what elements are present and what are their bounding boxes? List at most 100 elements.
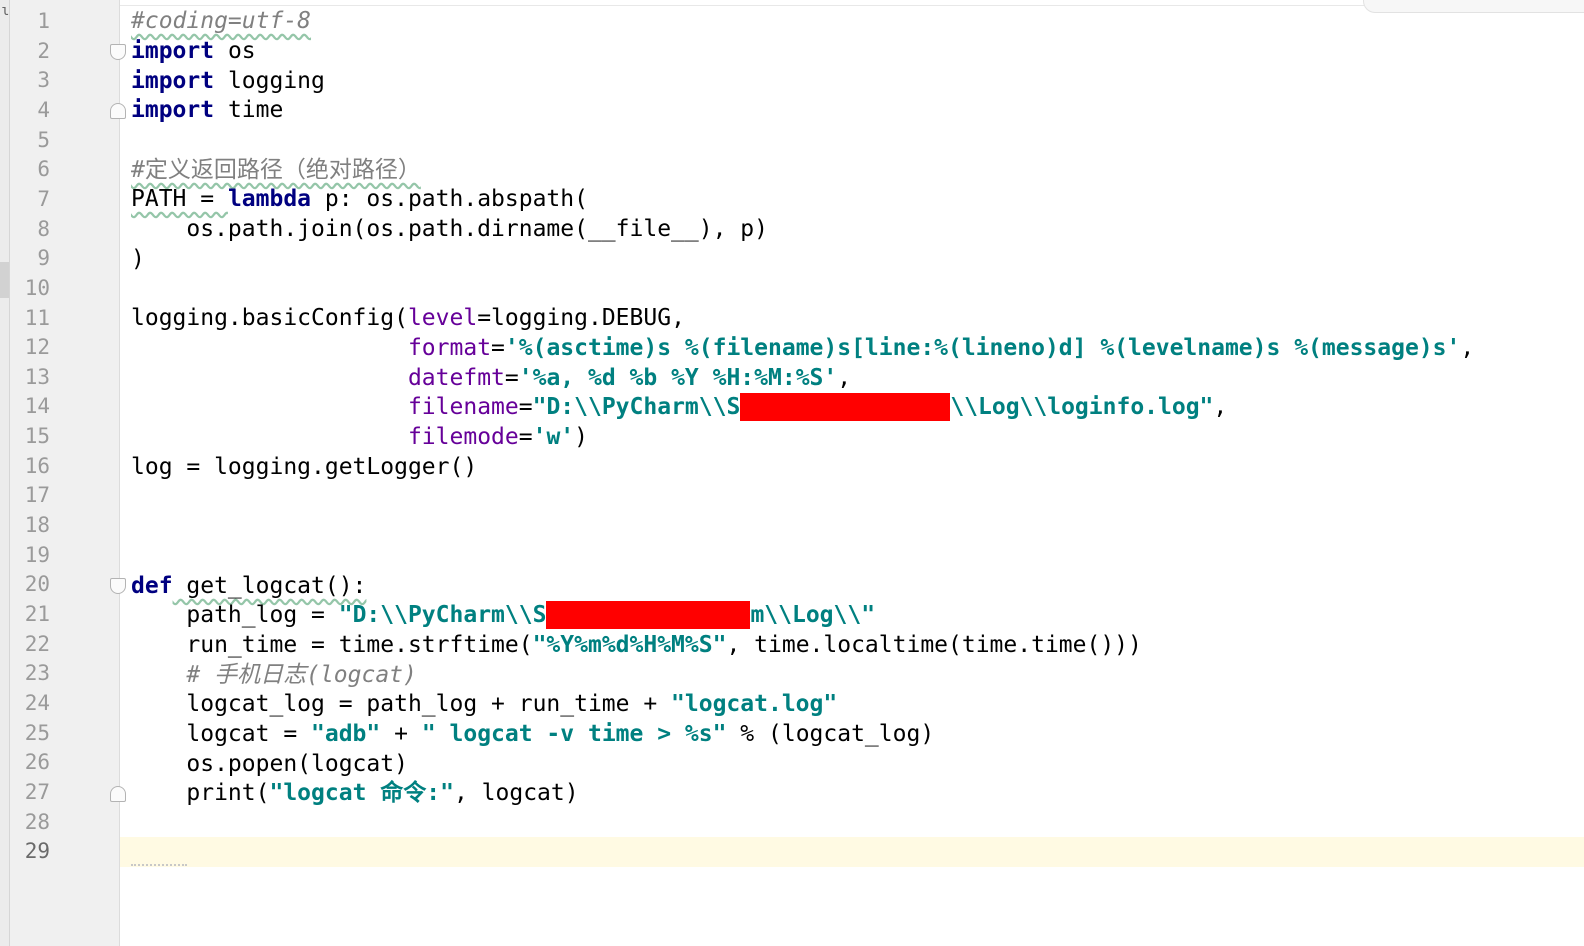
code-text: logcat_log = path_log + run_time + bbox=[131, 691, 672, 717]
param-name: filemode bbox=[407, 424, 519, 450]
line-number: 26 bbox=[24, 750, 50, 775]
param-name: datefmt bbox=[407, 365, 505, 391]
string-literal: "logcat 命令:" bbox=[269, 780, 454, 806]
code-line-16: log = logging.getLogger() bbox=[131, 452, 477, 482]
code-line-8: os.path.join(os.path.dirname(__file__), … bbox=[131, 214, 768, 244]
keyword: import bbox=[131, 97, 215, 123]
line-number: 25 bbox=[24, 720, 50, 745]
code-line-21: path_log = "D:\\PyCharm\\S m\\Log\\" bbox=[131, 600, 875, 630]
line-number: 17 bbox=[24, 483, 50, 508]
line-number: 5 bbox=[37, 127, 50, 152]
line-number: 1 bbox=[37, 9, 50, 33]
code-line-12: format='%(asctime)s %(filename)s[line:%(… bbox=[131, 333, 1474, 363]
code-line-7: PATH = lambda p: os.path.abspath( bbox=[131, 184, 588, 214]
code-text: time bbox=[214, 97, 284, 123]
code-editor[interactable]: #coding=utf-8 import os import logging i… bbox=[131, 6, 1584, 946]
fold-toggle-icon[interactable] bbox=[110, 103, 126, 119]
code-text: % (logcat_log) bbox=[726, 721, 935, 747]
code-line-25: logcat = "adb" + " logcat -v time > %s" … bbox=[131, 719, 934, 749]
code-text: = bbox=[518, 394, 533, 420]
param-name: level bbox=[407, 305, 478, 331]
code-line-2: import os bbox=[131, 36, 256, 66]
code-line-24: logcat_log = path_log + run_time + "logc… bbox=[131, 689, 837, 719]
code-line-9: ) bbox=[131, 244, 145, 274]
code-text: , bbox=[1460, 335, 1475, 361]
line-number: 7 bbox=[37, 186, 50, 211]
code-text: logging.basicConfig( bbox=[131, 305, 408, 331]
keyword: def bbox=[131, 573, 173, 599]
string-literal: "%Y%m%d%H%M%S" bbox=[532, 632, 727, 658]
code-text: = bbox=[504, 365, 519, 391]
line-number: 2 bbox=[37, 38, 50, 63]
code-text: , bbox=[837, 365, 852, 391]
code-text: = bbox=[518, 424, 533, 450]
keyword: import bbox=[131, 68, 215, 94]
code-text: = bbox=[491, 335, 505, 361]
line-number: 13 bbox=[24, 364, 50, 389]
line-number: 10 bbox=[24, 275, 50, 300]
code-text: + bbox=[380, 721, 422, 747]
left-strip-glyph: ɩ bbox=[1, 3, 10, 19]
code-line-20: def get_logcat(): bbox=[131, 571, 366, 601]
string-literal: " logcat -v time > %s" bbox=[421, 721, 727, 747]
code-text: os.path.join(os.path.dirname(__file__), … bbox=[131, 216, 768, 242]
line-number: 11 bbox=[24, 305, 50, 330]
code-line-11: logging.basicConfig(level=logging.DEBUG, bbox=[131, 303, 685, 333]
code-text: log = logging.getLogger() bbox=[131, 454, 478, 480]
string-literal: m\\Log\\" bbox=[750, 602, 876, 628]
code-line-15: filemode='w') bbox=[131, 422, 588, 452]
line-number: 6 bbox=[37, 157, 50, 182]
code-text: run_time = time.strftime( bbox=[131, 632, 533, 658]
line-number: 9 bbox=[37, 246, 50, 271]
keyword: lambda bbox=[227, 186, 312, 212]
line-number: 27 bbox=[24, 779, 50, 804]
line-number: 22 bbox=[24, 631, 50, 656]
code-line-3: import logging bbox=[131, 66, 325, 96]
string-literal: '%a, %d %b %Y %H:%M:%S' bbox=[518, 365, 838, 391]
code-text: , logcat) bbox=[453, 780, 579, 806]
param-name: filename bbox=[407, 394, 519, 420]
code-text: PATH = bbox=[131, 186, 228, 212]
line-number: 14 bbox=[24, 394, 50, 419]
param-name: format bbox=[407, 335, 492, 361]
line-number: 12 bbox=[24, 335, 50, 360]
string-literal: 'w' bbox=[532, 424, 575, 450]
line-number: 16 bbox=[24, 453, 50, 478]
comment: #定义返回路径（绝对路径） bbox=[131, 157, 421, 183]
line-number: 20 bbox=[24, 572, 50, 597]
line-number: 29 bbox=[24, 839, 50, 864]
line-number: 3 bbox=[37, 68, 50, 93]
code-text: os.popen(logcat) bbox=[131, 751, 408, 777]
code-text: ) bbox=[131, 246, 145, 272]
line-number: 24 bbox=[24, 690, 50, 715]
code-text: ) bbox=[574, 424, 588, 450]
code-text: , bbox=[1213, 394, 1228, 420]
fold-toggle-icon[interactable] bbox=[110, 786, 126, 802]
string-literal: '%(asctime)s %(filename)s[line:%(lineno)… bbox=[504, 335, 1461, 361]
redaction-box bbox=[740, 393, 951, 421]
code-text: get_logcat(): bbox=[172, 573, 367, 599]
comment: #coding=utf-8 bbox=[131, 8, 312, 34]
string-literal: "D:\\PyCharm\\S bbox=[338, 602, 547, 628]
inspection-marker bbox=[131, 860, 187, 866]
string-literal: "logcat.log" bbox=[671, 691, 838, 717]
string-literal: \\Log\\loginfo.log" bbox=[950, 394, 1214, 420]
line-number: 18 bbox=[24, 513, 50, 538]
code-text: =logging.DEBUG, bbox=[477, 305, 685, 331]
fold-toggle-icon[interactable] bbox=[110, 44, 126, 60]
string-literal: "adb" bbox=[311, 721, 381, 747]
code-text: os bbox=[214, 38, 256, 64]
code-text: , time.localtime(time.time())) bbox=[726, 632, 1142, 658]
code-text: logging bbox=[214, 68, 325, 94]
scroll-marker[interactable] bbox=[0, 262, 9, 298]
code-text: logcat = bbox=[131, 721, 312, 747]
fold-toggle-icon[interactable] bbox=[110, 578, 126, 594]
string-literal: "D:\\PyCharm\\S bbox=[532, 394, 741, 420]
code-line-4: import time bbox=[131, 95, 283, 125]
line-number: 21 bbox=[24, 602, 50, 626]
code-line-22: run_time = time.strftime("%Y%m%d%H%M%S",… bbox=[131, 630, 1142, 660]
code-line-1: #coding=utf-8 bbox=[131, 6, 311, 36]
